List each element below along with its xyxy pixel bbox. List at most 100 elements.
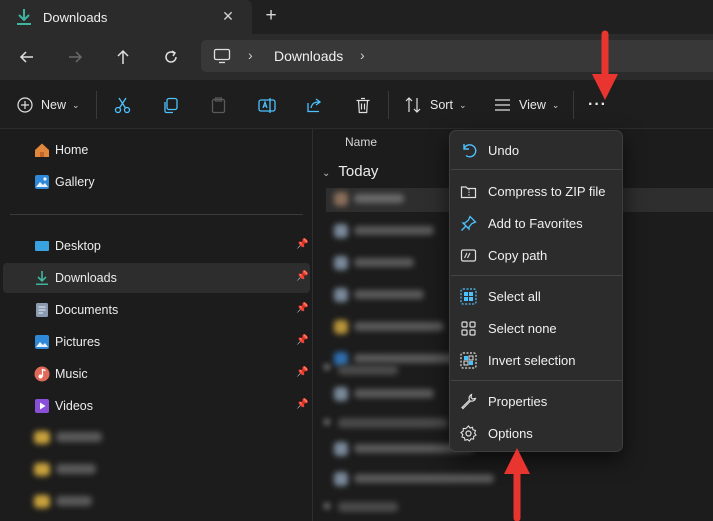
- sidebar-item-desktop[interactable]: Desktop 📌: [3, 231, 310, 261]
- zip-icon: [460, 183, 477, 200]
- toolbar-divider: [388, 91, 389, 119]
- blurred-file-name: [354, 474, 494, 483]
- sort-label: Sort: [430, 98, 453, 112]
- tab-bar: Downloads ✕ +: [0, 0, 713, 34]
- blurred-file-icon: [334, 320, 348, 334]
- breadcrumb-downloads[interactable]: Downloads: [274, 48, 343, 64]
- breadcrumb-separator: ›: [248, 47, 253, 63]
- blurred-group-label: [338, 502, 398, 512]
- desktop-icon: [34, 238, 50, 254]
- menu-item-label: Copy path: [488, 248, 548, 263]
- paste-button[interactable]: [210, 92, 227, 118]
- column-header-name[interactable]: Name: [345, 135, 377, 149]
- blurred-file-icon: [334, 256, 348, 270]
- blurred-chevron: [324, 419, 330, 425]
- menu-item-label: Add to Favorites: [488, 216, 583, 231]
- pin-icon[interactable]: 📌: [296, 239, 308, 250]
- blurred-folder-label: [56, 464, 96, 474]
- menu-item-properties[interactable]: Properties: [454, 386, 619, 416]
- sidebar-item-pictures[interactable]: Pictures 📌: [3, 327, 310, 357]
- sidebar-item-label: Home: [55, 143, 89, 157]
- up-button[interactable]: [108, 43, 138, 71]
- sort-button[interactable]: Sort ⌄: [405, 92, 466, 118]
- sidebar-item-label: Music: [55, 367, 88, 381]
- menu-item-options[interactable]: Options: [454, 418, 619, 448]
- new-label: New: [41, 98, 67, 112]
- pin-icon[interactable]: 📌: [296, 399, 308, 410]
- back-arrow-icon: [19, 51, 33, 63]
- refresh-button[interactable]: [156, 43, 186, 71]
- delete-button[interactable]: [355, 92, 371, 118]
- forward-button[interactable]: [60, 43, 90, 71]
- view-button[interactable]: View ⌄: [494, 92, 559, 118]
- tab-downloads[interactable]: Downloads ✕: [0, 0, 252, 34]
- sidebar-item-videos[interactable]: Videos 📌: [3, 391, 310, 421]
- pin-icon[interactable]: 📌: [296, 303, 308, 314]
- menu-item-select-none[interactable]: Select none: [454, 313, 619, 343]
- undo-icon: [460, 142, 477, 159]
- breadcrumb-separator[interactable]: ›: [360, 47, 365, 63]
- pin-icon[interactable]: 📌: [296, 367, 308, 378]
- menu-item-label: Undo: [488, 143, 520, 158]
- pin-icon[interactable]: 📌: [296, 271, 308, 282]
- menu-item-copy-path[interactable]: Copy path: [454, 240, 619, 270]
- sidebar-item-downloads[interactable]: Downloads 📌: [3, 263, 310, 293]
- blurred-chevron: [324, 364, 330, 370]
- blurred-file-name: [354, 258, 414, 267]
- menu-item-select-all[interactable]: Select all: [454, 281, 619, 311]
- copy-button[interactable]: [162, 92, 179, 118]
- blurred-file-name: [354, 354, 454, 363]
- address-bar[interactable]: › Downloads ›: [201, 40, 713, 72]
- rename-icon: [258, 97, 276, 113]
- menu-divider: [451, 169, 623, 170]
- sidebar-item-music[interactable]: Music 📌: [3, 359, 310, 389]
- blurred-file-name: [354, 290, 424, 299]
- menu-item-label: Invert selection: [488, 353, 576, 368]
- blurred-file-icon: [334, 192, 348, 206]
- select-none-icon: [460, 320, 477, 337]
- back-button[interactable]: [12, 43, 42, 71]
- share-button[interactable]: [306, 92, 323, 118]
- cut-button[interactable]: [114, 92, 131, 118]
- menu-item-invert-selection[interactable]: Invert selection: [454, 345, 619, 375]
- sidebar-item-label: Downloads: [55, 271, 117, 285]
- blurred-file-name: [354, 194, 404, 203]
- pin-icon[interactable]: 📌: [296, 335, 308, 346]
- chevron-down-icon: ⌄: [322, 168, 331, 179]
- group-label: Today: [338, 163, 379, 180]
- menu-item-label: Select all: [488, 289, 541, 304]
- documents-icon: [34, 302, 50, 318]
- blurred-folder-icon: [34, 431, 50, 444]
- menu-divider: [451, 275, 623, 276]
- menu-item-compress-zip[interactable]: Compress to ZIP file: [454, 176, 619, 206]
- music-icon: [34, 366, 50, 382]
- view-label: View: [519, 98, 546, 112]
- toolbar-divider: [573, 91, 574, 119]
- tab-title: Downloads: [43, 10, 108, 25]
- sort-icon: [405, 97, 421, 113]
- menu-item-undo[interactable]: Undo: [454, 135, 619, 165]
- sidebar-item-gallery[interactable]: Gallery: [3, 167, 310, 197]
- sidebar-item-documents[interactable]: Documents 📌: [3, 295, 310, 325]
- trash-icon: [356, 97, 370, 113]
- new-button[interactable]: New ⌄: [17, 92, 80, 118]
- sidebar-item-label: Desktop: [55, 239, 101, 253]
- wrench-icon: [460, 393, 477, 410]
- group-header-today[interactable]: ⌄ Today: [322, 163, 378, 180]
- close-tab-icon[interactable]: ✕: [219, 6, 237, 26]
- new-tab-button[interactable]: +: [261, 5, 281, 27]
- annotation-arrow-down: [592, 30, 618, 100]
- annotation-arrow-up: [504, 448, 530, 521]
- view-list-icon: [495, 99, 510, 111]
- sidebar-item-home[interactable]: Home: [3, 135, 310, 165]
- select-all-icon: [460, 288, 477, 305]
- pictures-icon: [34, 334, 50, 350]
- gear-icon: [460, 425, 477, 442]
- rename-button[interactable]: [258, 92, 276, 118]
- chevron-down-icon: ⌄: [458, 99, 467, 110]
- blurred-file-icon: [334, 288, 348, 302]
- sidebar-divider: [10, 214, 303, 215]
- menu-item-add-favorites[interactable]: Add to Favorites: [454, 208, 619, 238]
- copy-icon: [164, 97, 178, 113]
- menu-item-label: Select none: [488, 321, 557, 336]
